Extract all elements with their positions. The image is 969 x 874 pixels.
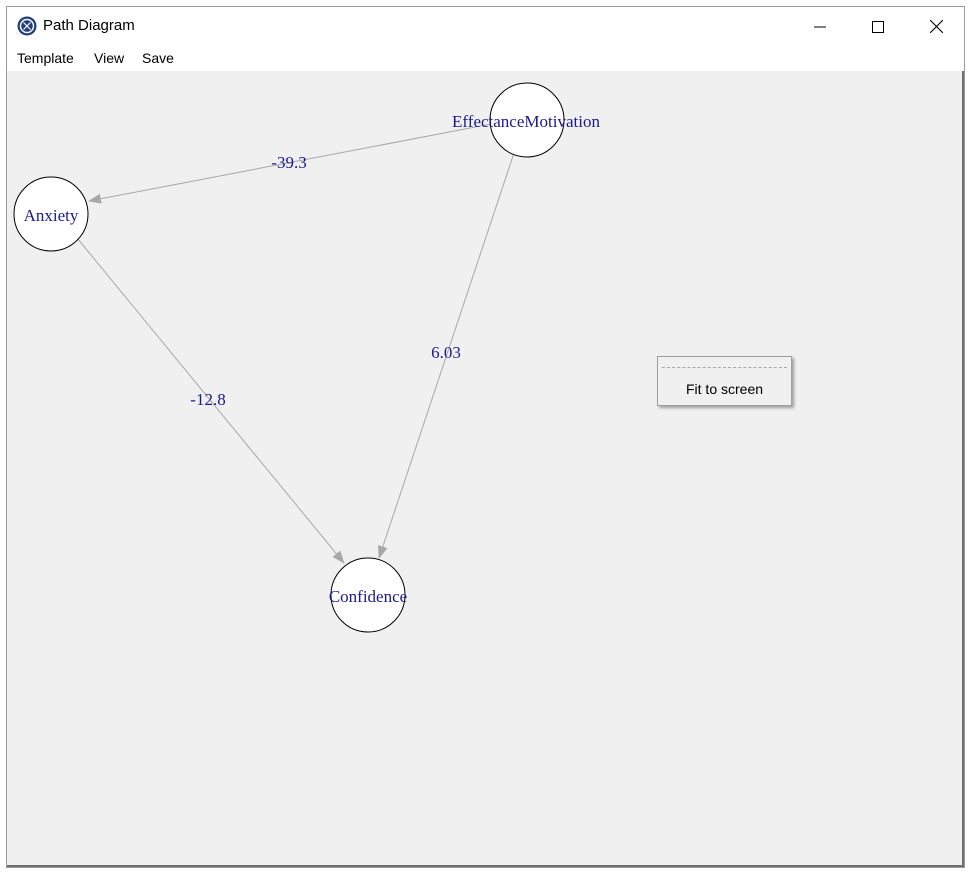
node-label-confidence: Confidence [329, 587, 407, 606]
r-logo-icon [17, 16, 37, 36]
menu-save[interactable]: Save [142, 50, 174, 66]
title-bar[interactable]: Path Diagram [7, 7, 964, 46]
node-anxiety[interactable]: Anxiety [13, 176, 89, 252]
node-effectance-motivation[interactable]: EffectanceMotivation [452, 82, 600, 158]
maximize-button[interactable] [855, 7, 901, 46]
menu-bar: Template View Save [7, 46, 964, 72]
edge-label-effectance-confidence: 6.03 [431, 343, 461, 362]
menu-view[interactable]: View [94, 50, 124, 66]
close-button[interactable] [913, 7, 959, 46]
node-label-anxiety: Anxiety [24, 206, 79, 225]
fit-to-screen-menu-item[interactable]: Fit to screen [658, 381, 791, 397]
close-icon [929, 20, 943, 33]
context-menu: Fit to screen [657, 356, 792, 406]
window-title: Path Diagram [43, 17, 135, 34]
node-confidence[interactable]: Confidence [329, 557, 407, 633]
diagram-canvas[interactable]: -39.3 6.03 -12.8 EffectanceMotivation An… [7, 71, 964, 867]
menu-template[interactable]: Template [17, 50, 74, 66]
tear-off-separator[interactable] [662, 367, 787, 368]
minimize-icon [814, 26, 826, 27]
maximize-icon [872, 20, 884, 33]
path-diagram-window: Path Diagram Template View Save -39.3 6.… [6, 6, 965, 868]
path-diagram: -39.3 6.03 -12.8 EffectanceMotivation An… [13, 82, 600, 633]
edge-label-effectance-anxiety: -39.3 [271, 153, 306, 172]
node-label-effectance-motivation: EffectanceMotivation [452, 112, 600, 131]
edge-label-anxiety-confidence: -12.8 [190, 390, 225, 409]
minimize-button[interactable] [797, 7, 843, 46]
